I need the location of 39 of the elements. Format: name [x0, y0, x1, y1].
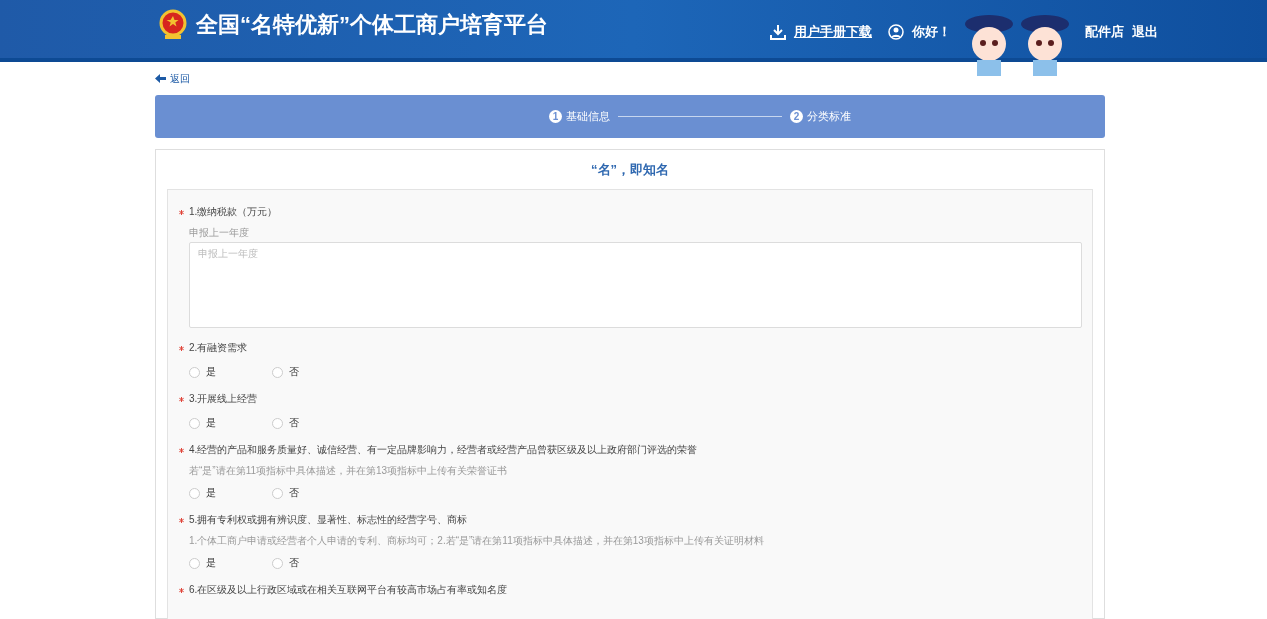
question-label: 2.有融资需求: [189, 341, 248, 355]
radio-option[interactable]: 是: [189, 365, 272, 379]
emblem-icon: [158, 8, 188, 41]
step-number: 1: [549, 110, 562, 123]
radio-option[interactable]: 是: [189, 416, 272, 430]
step-label: 分类标准: [807, 109, 851, 125]
section-title: “名”，即知名: [591, 160, 669, 179]
manual-download-link[interactable]: 用户手册下载: [794, 22, 872, 42]
question-hint: 1.个体工商户申请或经营者个人申请的专利、商标均可；2.若“是”请在第11项指标中具体描述，并在第13项指标中上传有关证明材料: [189, 535, 764, 546]
question-hint: 若“是”请在第11项指标中具体描述，并在第13项指标中上传有关荣誉证书: [189, 465, 508, 476]
download-icon: [770, 24, 786, 40]
radio-option[interactable]: 否: [272, 416, 355, 430]
radio-option[interactable]: 否: [272, 365, 355, 379]
logout-link[interactable]: 退出: [1132, 22, 1158, 42]
shop-name: 配件店: [1085, 23, 1124, 42]
question-label: 1.缴纳税款（万元）: [189, 205, 278, 219]
radio-button[interactable]: [272, 417, 283, 429]
radio-button[interactable]: [189, 487, 200, 499]
greeting-text: 你好！: [912, 23, 951, 42]
radio-button[interactable]: [189, 417, 200, 429]
question-label: 3.开展线上经营: [189, 392, 258, 406]
question-label: 5.拥有专利权或拥有辨识度、显著性、标志性的经营字号、商标: [189, 513, 468, 527]
radio-button[interactable]: [272, 557, 283, 569]
step-number: 2: [790, 110, 803, 123]
radio-option[interactable]: 是: [189, 486, 272, 500]
site-title: 全国“名特优新”个体工商户培育平台: [196, 11, 548, 39]
radio-option[interactable]: 否: [272, 486, 355, 500]
user-icon: [888, 24, 904, 40]
radio-option[interactable]: 否: [272, 556, 355, 570]
radio-button[interactable]: [272, 487, 283, 499]
radio-option[interactable]: 是: [189, 556, 272, 570]
question-label: 4.经营的产品和服务质量好、诚信经营、有一定品牌影响力，经营者或经营产品曾获区级及以上政府部门评选的荣誉: [189, 443, 698, 457]
step-label: 基础信息: [566, 109, 610, 125]
back-link[interactable]: 返回: [170, 70, 190, 86]
radio-button[interactable]: [189, 557, 200, 569]
radio-button[interactable]: [272, 366, 283, 378]
question-label: 6.在区级及以上行政区域或在相关互联网平台有较高市场占有率或知名度: [189, 583, 508, 597]
radio-button[interactable]: [189, 366, 200, 378]
back-arrow-icon: [155, 73, 166, 83]
